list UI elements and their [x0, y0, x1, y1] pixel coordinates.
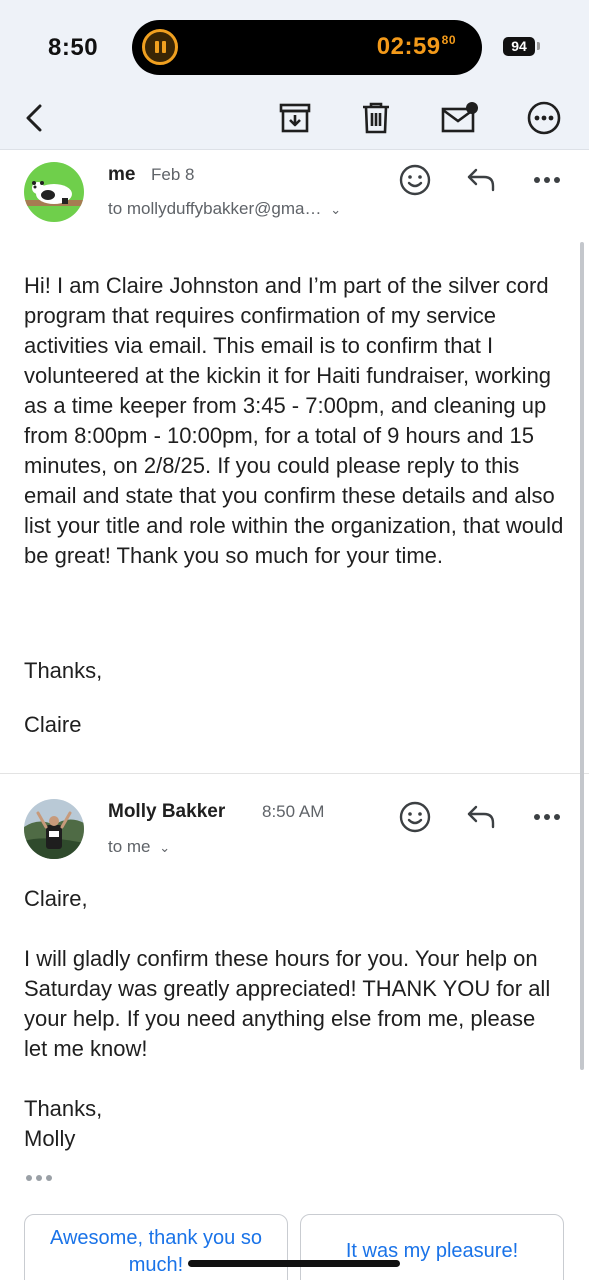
message-1-signature: Claire — [24, 712, 82, 737]
avatar-molly-bakker[interactable] — [24, 799, 84, 859]
message-2-more-button[interactable] — [527, 797, 567, 837]
panda-avatar-icon — [24, 162, 84, 222]
message-1-react-button[interactable] — [395, 160, 435, 200]
more-options-button[interactable] — [522, 96, 566, 140]
delete-icon — [363, 102, 389, 134]
avatar-me[interactable] — [24, 162, 84, 222]
chevron-down-icon: ⌄ — [330, 202, 342, 217]
message-2-signoff: Thanks, — [24, 1096, 103, 1121]
message-2-date: 8:50 AM — [262, 802, 325, 821]
dynamic-island[interactable]: 02:5980 — [132, 20, 482, 75]
archive-icon — [279, 103, 311, 133]
smart-reply-awesome[interactable]: Awesome, thank you so much! — [24, 1214, 288, 1280]
more-horizontal-icon — [534, 814, 560, 820]
smart-reply-pleasure[interactable]: It was my pleasure! — [300, 1214, 564, 1280]
mark-unread-button[interactable] — [438, 96, 482, 140]
message-1-recipient[interactable]: to mollyduffybakker@gma… ⌄ — [108, 199, 341, 219]
message-1-body: Hi! I am Claire Johnston and I’m part of… — [24, 273, 564, 568]
message-2-body: I will gladly confirm these hours for yo… — [24, 946, 551, 1061]
message-1-signoff: Thanks, — [24, 658, 103, 683]
message-2-reply-button[interactable] — [461, 797, 501, 837]
person-photo-avatar — [24, 799, 84, 859]
clock: 8:50 — [48, 34, 99, 61]
back-icon — [26, 104, 42, 132]
message-2-signature: Molly — [24, 1126, 76, 1151]
email-toolbar — [0, 92, 589, 150]
mark-unread-icon — [441, 102, 478, 133]
emoji-icon — [399, 801, 431, 833]
live-activity-timer: 02:5980 — [376, 33, 456, 60]
reply-icon — [467, 168, 495, 192]
more-horizontal-icon — [534, 177, 560, 183]
pause-timer-icon[interactable] — [142, 29, 178, 65]
more-icon — [527, 101, 561, 135]
message-1-reply-button[interactable] — [461, 160, 501, 200]
message-2-react-button[interactable] — [395, 797, 435, 837]
battery-icon: 94 — [503, 37, 535, 56]
message-2-recipient[interactable]: to me ⌄ — [108, 837, 170, 857]
back-button[interactable] — [12, 96, 56, 140]
home-indicator[interactable] — [188, 1260, 400, 1267]
message-1-more-button[interactable] — [527, 160, 567, 200]
status-bar: 8:50 02:5980 94 — [0, 0, 589, 92]
message-divider — [0, 773, 589, 774]
message-2-sender: Molly Bakker — [108, 801, 226, 822]
archive-button[interactable] — [273, 96, 317, 140]
battery-nub — [537, 42, 540, 50]
chevron-down-icon: ⌄ — [159, 840, 171, 855]
reply-icon — [467, 805, 495, 829]
emoji-icon — [399, 164, 431, 196]
message-2-greeting: Claire, — [24, 886, 88, 911]
delete-button[interactable] — [354, 96, 398, 140]
scrollbar[interactable] — [580, 242, 584, 1070]
message-1-date: Feb 8 — [151, 165, 195, 184]
message-1-sender: me — [108, 164, 136, 185]
show-trimmed-content-button[interactable] — [26, 1170, 54, 1186]
